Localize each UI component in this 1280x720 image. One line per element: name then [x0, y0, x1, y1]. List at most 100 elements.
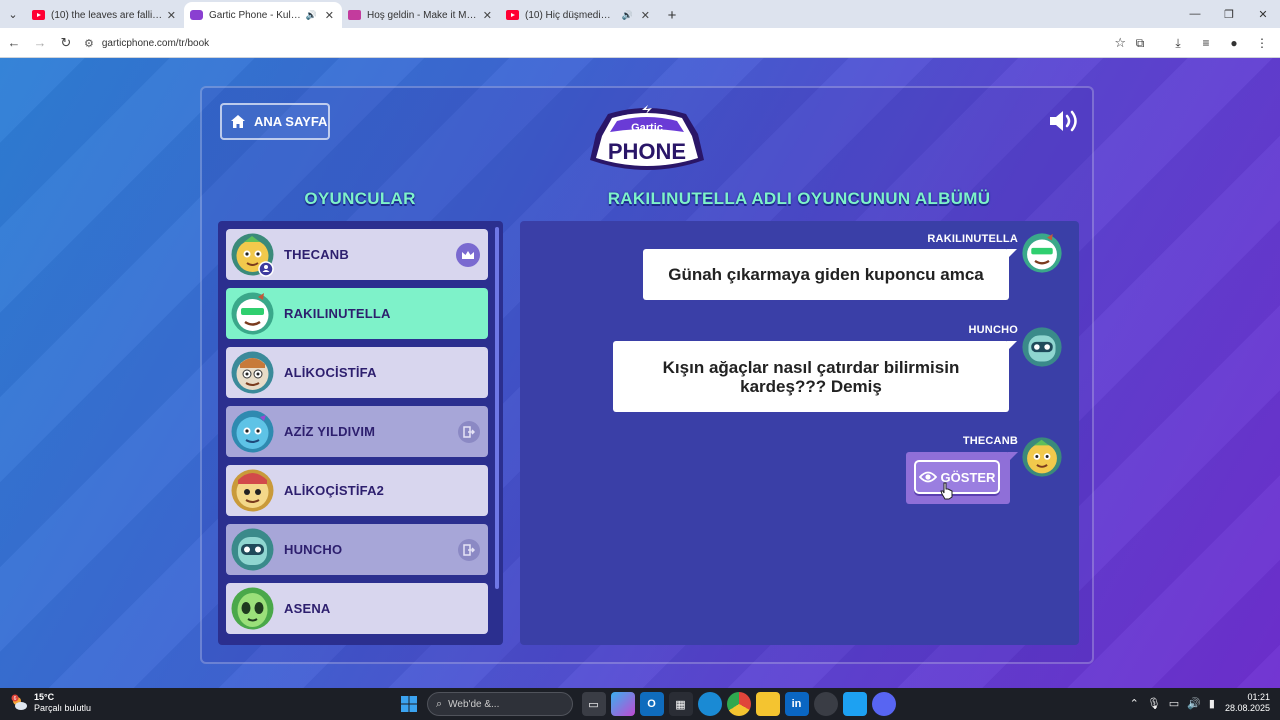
- steam-icon[interactable]: [813, 692, 838, 716]
- browser-tab-1[interactable]: (10) the leaves are falling ag ✕: [26, 2, 184, 28]
- player-item-alikocistifa2[interactable]: ALİKOÇİSTİFA2: [226, 465, 488, 516]
- url-text: garticphone.com/tr/book: [101, 37, 210, 49]
- tab-title: Hoş geldin - Make it Meme: [367, 9, 479, 21]
- exit-icon: [458, 539, 480, 561]
- restore-icon[interactable]: ❐: [1212, 0, 1246, 28]
- logo-top-text: Gartic: [631, 122, 663, 134]
- browser-tab-4[interactable]: (10) Hiç düşmedim mi aklın 🔊 ✕: [500, 2, 658, 28]
- avatar: [231, 292, 274, 335]
- download-icon[interactable]: ⤓: [1166, 31, 1190, 55]
- back-button[interactable]: ←: [2, 31, 26, 55]
- player-name: THECANB: [284, 247, 349, 262]
- file-explorer-icon[interactable]: [755, 692, 780, 716]
- tab-title: (10) Hiç düşmedim mi aklın: [525, 9, 618, 21]
- tray-chevron-icon[interactable]: ⌃: [1130, 697, 1139, 710]
- windows-start-icon[interactable]: [397, 692, 421, 716]
- clock-time: 01:21: [1247, 692, 1270, 702]
- copilot-icon[interactable]: [610, 692, 635, 716]
- player-item-aziz-yildivim[interactable]: AZİZ YILDIVIM: [226, 406, 488, 457]
- browser-tab-strip: ⌄ (10) the leaves are falling ag ✕ Garti…: [0, 0, 1280, 28]
- speaker-icon[interactable]: 🔊: [306, 10, 317, 21]
- avatar: [1022, 327, 1062, 367]
- network-icon[interactable]: ▭: [1169, 697, 1179, 710]
- player-name: HUNCHO: [284, 542, 343, 557]
- home-icon: [231, 115, 245, 128]
- menu-icon[interactable]: ⋮: [1250, 31, 1274, 55]
- new-tab-button[interactable]: +: [658, 2, 686, 28]
- makeitmeme-icon: [348, 10, 361, 20]
- avatar: [1022, 233, 1062, 273]
- task-view-icon[interactable]: ▭: [581, 692, 606, 716]
- gartic-icon: [190, 10, 203, 20]
- players-scrollbar[interactable]: [495, 227, 499, 589]
- twitter-icon[interactable]: [842, 692, 867, 716]
- game-viewport: ANA SAYFA Gartic PHONE OYUNCULAR RAKILIN…: [0, 58, 1280, 688]
- store-icon[interactable]: ▦: [668, 692, 693, 716]
- players-title: OYUNCULAR: [304, 189, 416, 208]
- avatar: [231, 351, 274, 394]
- profile-icon[interactable]: ●: [1222, 31, 1246, 55]
- eye-icon: [918, 471, 937, 483]
- extensions-icon[interactable]: ⧉: [1128, 31, 1152, 55]
- album-author: HUNCHO: [968, 324, 1018, 336]
- site-info-icon[interactable]: ⚙: [84, 37, 94, 50]
- close-icon[interactable]: ✕: [325, 9, 334, 22]
- discord-icon[interactable]: [871, 692, 896, 716]
- avatar: [1022, 437, 1062, 477]
- home-button[interactable]: ANA SAYFA: [220, 103, 330, 140]
- avatar: [231, 410, 274, 453]
- players-list[interactable]: THECANB RAKILINUTELLA ALİKOCİSTİFA AZİZ …: [218, 221, 503, 645]
- volume-icon[interactable]: 🔊: [1187, 697, 1201, 710]
- taskbar-search[interactable]: ⌕ Web'de &...: [427, 692, 573, 716]
- weather-badge: 6: [14, 696, 17, 702]
- logo-bottom-text: PHONE: [608, 139, 686, 164]
- window-controls: — ❐ ✕: [1178, 0, 1280, 28]
- forward-button[interactable]: →: [28, 31, 52, 55]
- player-item-asena[interactable]: ASENA: [226, 583, 488, 634]
- speaker-icon[interactable]: 🔊: [622, 10, 633, 21]
- address-bar[interactable]: ⚙ garticphone.com/tr/book ☆: [80, 31, 1140, 55]
- avatar: [231, 469, 274, 512]
- album-title: RAKILINUTELLA ADLI OYUNCUNUN ALBÜMÜ: [607, 189, 991, 208]
- toolbar-icons: ⧉ ⤓ ≡ ● ⋮: [1124, 31, 1274, 55]
- clock[interactable]: 01:21 28.08.2025: [1225, 692, 1270, 714]
- youtube-icon: [32, 10, 45, 20]
- hand-cursor-icon: [940, 482, 953, 500]
- album-text-bubble: Günah çıkarmaya giden kuponcu amca: [643, 249, 1017, 300]
- outlook-icon[interactable]: O: [639, 692, 664, 716]
- close-icon[interactable]: ✕: [641, 9, 650, 22]
- close-window-icon[interactable]: ✕: [1246, 0, 1280, 28]
- player-item-alikocistifa[interactable]: ALİKOCİSTİFA: [226, 347, 488, 398]
- taskbar-apps: ⌕ Web'de &... ▭ O ▦ in: [394, 692, 898, 716]
- player-item-rakilinutella[interactable]: RAKILINUTELLA: [226, 288, 488, 339]
- edge-icon[interactable]: [697, 692, 722, 716]
- album-author: RAKILINUTELLA: [927, 233, 1018, 245]
- album-author: THECANB: [962, 435, 1018, 447]
- exit-icon: [458, 421, 480, 443]
- battery-icon[interactable]: ▮: [1209, 697, 1215, 710]
- player-item-thecanb[interactable]: THECANB: [226, 229, 488, 280]
- browser-tab-2[interactable]: Gartic Phone - Kulaktan Kul 🔊 ✕: [184, 2, 342, 28]
- media-icon[interactable]: ≡: [1194, 31, 1218, 55]
- reveal-button[interactable]: GÖSTER: [914, 460, 1000, 494]
- player-name: ASENA: [284, 601, 331, 616]
- browser-tab-3[interactable]: Hoş geldin - Make it Meme ✕: [342, 2, 500, 28]
- clock-date: 28.08.2025: [1224, 703, 1270, 713]
- search-placeholder: Web'de &...: [448, 698, 500, 710]
- chrome-icon[interactable]: [726, 692, 751, 716]
- player-item-huncho[interactable]: HUNCHO: [226, 524, 488, 575]
- player-name: RAKILINUTELLA: [284, 306, 391, 321]
- reload-button[interactable]: ↻: [54, 31, 78, 55]
- weather-desc: Parçalı bulutlu: [34, 703, 92, 713]
- microphone-icon[interactable]: 🎙: [1147, 697, 1161, 710]
- weather-icon: 6: [11, 694, 27, 710]
- sound-icon[interactable]: [1048, 108, 1082, 134]
- close-icon[interactable]: ✕: [167, 9, 176, 22]
- minimize-icon[interactable]: —: [1178, 0, 1212, 28]
- search-icon: ⌕: [436, 697, 443, 710]
- tab-search-menu-button[interactable]: ⌄: [0, 0, 26, 28]
- linkedin-icon[interactable]: in: [784, 692, 809, 716]
- close-icon[interactable]: ✕: [483, 9, 492, 22]
- weather-widget[interactable]: 6 15°C Parçalı bulutlu: [10, 692, 91, 714]
- weather-text: 15°C Parçalı bulutlu: [34, 692, 91, 714]
